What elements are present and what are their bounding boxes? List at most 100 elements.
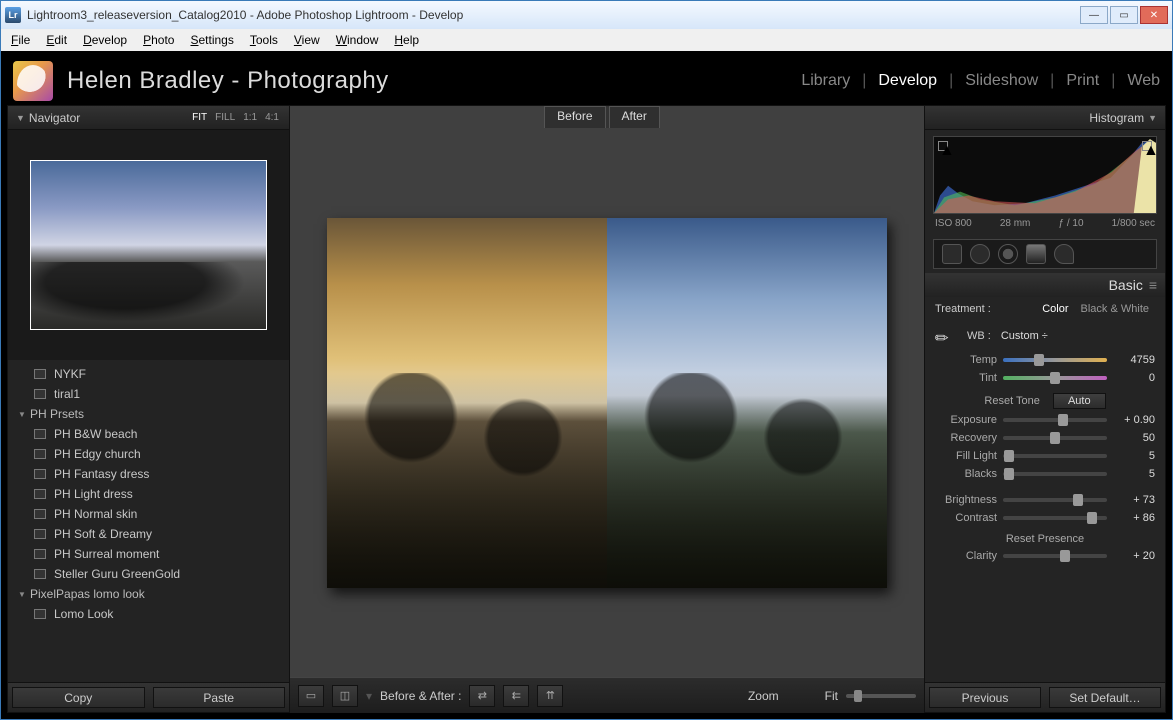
clarity-value[interactable]: + 20 bbox=[1113, 550, 1155, 562]
zoom-4to1[interactable]: 4:1 bbox=[263, 111, 281, 124]
preset-item[interactable]: Lomo Look bbox=[8, 604, 289, 624]
zoom-label: Zoom bbox=[748, 689, 779, 703]
maximize-button[interactable]: ▭ bbox=[1110, 6, 1138, 24]
menubar: File Edit Develop Photo Settings Tools V… bbox=[1, 29, 1172, 51]
preset-item[interactable]: PH Surreal moment bbox=[8, 544, 289, 564]
menu-settings[interactable]: Settings bbox=[184, 31, 239, 49]
histo-aperture: ƒ / 10 bbox=[1058, 218, 1083, 229]
tint-value[interactable]: 0 bbox=[1113, 372, 1155, 384]
histogram-header[interactable]: Histogram ▼ bbox=[925, 106, 1165, 130]
contrast-label: Contrast bbox=[935, 512, 997, 524]
exposure-value[interactable]: + 0.90 bbox=[1113, 414, 1155, 426]
grad-filter-tool-icon[interactable] bbox=[1026, 244, 1046, 264]
blacks-value[interactable]: 5 bbox=[1113, 468, 1155, 480]
menu-develop[interactable]: Develop bbox=[77, 31, 133, 49]
zoom-1to1[interactable]: 1:1 bbox=[241, 111, 259, 124]
navigator-header[interactable]: ▼ Navigator FIT FILL 1:1 4:1 bbox=[8, 106, 289, 130]
set-default-button[interactable]: Set Default… bbox=[1049, 687, 1161, 708]
fill-light-label: Fill Light bbox=[935, 450, 997, 462]
recovery-slider[interactable] bbox=[1003, 436, 1107, 440]
before-after-view-button[interactable]: ◫ bbox=[332, 685, 358, 707]
identity-text: Helen Bradley - Photography bbox=[67, 67, 801, 95]
preset-icon bbox=[34, 469, 46, 479]
preset-item[interactable]: PH Fantasy dress bbox=[8, 464, 289, 484]
preset-icon bbox=[34, 509, 46, 519]
before-after-image bbox=[327, 218, 887, 588]
preset-item[interactable]: PH B&W beach bbox=[8, 424, 289, 444]
preset-item[interactable]: Steller Guru GreenGold bbox=[8, 564, 289, 584]
module-develop[interactable]: Develop bbox=[878, 72, 937, 90]
brush-tool-icon[interactable] bbox=[1054, 244, 1074, 264]
preset-item[interactable]: PH Normal skin bbox=[8, 504, 289, 524]
menu-tools[interactable]: Tools bbox=[244, 31, 284, 49]
menu-help[interactable]: Help bbox=[388, 31, 425, 49]
clip-shadows-icon[interactable]: ▲ bbox=[938, 141, 948, 151]
menu-photo[interactable]: Photo bbox=[137, 31, 180, 49]
image-area[interactable] bbox=[290, 128, 924, 677]
clip-highlights-icon[interactable]: ▲ bbox=[1142, 141, 1152, 151]
treatment-color[interactable]: Color bbox=[1036, 303, 1074, 315]
reset-presence-label[interactable]: Reset Presence bbox=[1006, 533, 1084, 545]
temp-slider[interactable] bbox=[1003, 358, 1107, 362]
module-print[interactable]: Print bbox=[1066, 72, 1099, 90]
preset-item[interactable]: PH Soft & Dreamy bbox=[8, 524, 289, 544]
basic-panel-header[interactable]: Basic ≡ bbox=[925, 273, 1165, 297]
crop-tool-icon[interactable] bbox=[942, 244, 962, 264]
preset-item[interactable]: PH Light dress bbox=[8, 484, 289, 504]
menu-window[interactable]: Window bbox=[330, 31, 385, 49]
clarity-slider[interactable] bbox=[1003, 554, 1107, 558]
swap-button[interactable]: ⇄ bbox=[469, 685, 495, 707]
brightness-value[interactable]: + 73 bbox=[1113, 494, 1155, 506]
loupe-view-button[interactable]: ▭ bbox=[298, 685, 324, 707]
titlebar: Lr Lightroom3_releaseversion_Catalog2010… bbox=[1, 1, 1172, 29]
exposure-slider[interactable] bbox=[1003, 418, 1107, 422]
menu-file[interactable]: File bbox=[5, 31, 36, 49]
auto-button[interactable]: Auto bbox=[1053, 393, 1106, 409]
recovery-value[interactable]: 50 bbox=[1113, 432, 1155, 444]
module-slideshow[interactable]: Slideshow bbox=[965, 72, 1038, 90]
collapse-icon: ▼ bbox=[1148, 113, 1157, 123]
module-web[interactable]: Web bbox=[1127, 72, 1160, 90]
copy-button[interactable]: Copy bbox=[12, 687, 145, 708]
brightness-slider[interactable] bbox=[1003, 498, 1107, 502]
contrast-slider[interactable] bbox=[1003, 516, 1107, 520]
histogram-chart[interactable]: ▲ ▲ bbox=[933, 136, 1157, 214]
menu-edit[interactable]: Edit bbox=[40, 31, 73, 49]
menu-view[interactable]: View bbox=[288, 31, 326, 49]
preset-item[interactable]: tiral1 bbox=[8, 384, 289, 404]
zoom-fit[interactable]: FIT bbox=[190, 111, 209, 124]
navigator-preview[interactable] bbox=[8, 130, 289, 360]
preset-group[interactable]: ▼PH Prsets bbox=[8, 404, 289, 424]
blacks-label: Blacks bbox=[935, 468, 997, 480]
minimize-button[interactable]: — bbox=[1080, 6, 1108, 24]
wb-value[interactable]: Custom ÷ bbox=[1001, 330, 1048, 342]
temp-value[interactable]: 4759 bbox=[1113, 354, 1155, 366]
treatment-bw[interactable]: Black & White bbox=[1075, 303, 1155, 315]
blacks-slider[interactable] bbox=[1003, 472, 1107, 476]
preset-group[interactable]: ▼PixelPapas lomo look bbox=[8, 584, 289, 604]
paste-button[interactable]: Paste bbox=[153, 687, 286, 708]
previous-button[interactable]: Previous bbox=[929, 687, 1041, 708]
preset-item[interactable]: PH Edgy church bbox=[8, 444, 289, 464]
spot-tool-icon[interactable] bbox=[970, 244, 990, 264]
tint-slider[interactable] bbox=[1003, 376, 1107, 380]
fill-light-slider[interactable] bbox=[1003, 454, 1107, 458]
tint-label: Tint bbox=[935, 372, 997, 384]
copy-before-button[interactable]: ⇇ bbox=[503, 685, 529, 707]
module-picker: Library| Develop| Slideshow| Print| Web bbox=[801, 72, 1160, 90]
center-area: Before After ▭ ◫ ▾ Before & After : ⇄ bbox=[290, 105, 924, 713]
tool-strip bbox=[933, 239, 1157, 269]
basic-panel: Treatment : Color Black & White ✎ WB : C… bbox=[925, 297, 1165, 682]
copy-after-button[interactable]: ⇈ bbox=[537, 685, 563, 707]
wb-dropper-icon[interactable]: ✎ bbox=[930, 320, 961, 351]
redeye-tool-icon[interactable] bbox=[998, 244, 1018, 264]
zoom-fill[interactable]: FILL bbox=[213, 111, 237, 124]
module-library[interactable]: Library bbox=[801, 72, 850, 90]
zoom-slider[interactable] bbox=[846, 694, 916, 698]
preset-item[interactable]: NYKF bbox=[8, 364, 289, 384]
presets-panel[interactable]: NYKFtiral1▼PH PrsetsPH B&W beachPH Edgy … bbox=[8, 360, 289, 682]
contrast-value[interactable]: + 86 bbox=[1113, 512, 1155, 524]
reset-tone-label[interactable]: Reset Tone bbox=[984, 395, 1039, 407]
fill-light-value[interactable]: 5 bbox=[1113, 450, 1155, 462]
close-button[interactable]: ✕ bbox=[1140, 6, 1168, 24]
